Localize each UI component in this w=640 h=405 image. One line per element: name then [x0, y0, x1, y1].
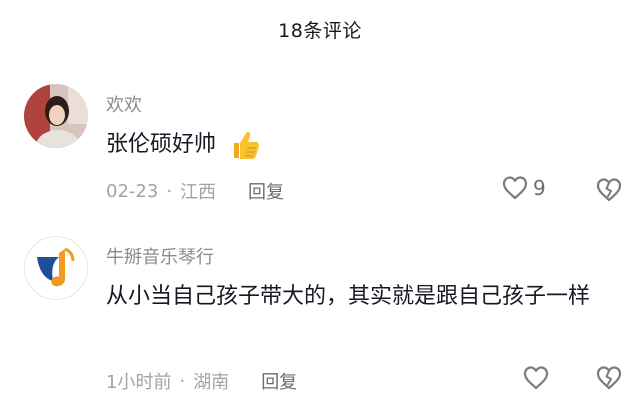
comment-location: 湖南 [193, 372, 230, 393]
comment-meta: 1小时前 · 湖南 回复 [106, 368, 297, 394]
broken-heart-icon[interactable] [595, 176, 623, 204]
like-count: 9 [533, 176, 546, 200]
heart-icon[interactable] [501, 174, 529, 202]
comment-count-title: 18条评论 [278, 19, 362, 42]
comment-text-row: 张伦硕好帅 [106, 126, 626, 164]
comment-date: 02-23 [106, 180, 159, 202]
meta-separator: · [179, 370, 186, 392]
meta-separator: · [166, 180, 173, 202]
broken-heart-icon[interactable] [595, 364, 623, 392]
heart-icon[interactable] [522, 364, 550, 392]
comment-meta: 02-23 · 江西 回复 [106, 178, 284, 204]
comment-text: 从小当自己孩子带大的，其实就是跟自己孩子一样 [106, 284, 591, 309]
comments-header: 18条评论 [0, 0, 640, 58]
comment-location: 江西 [180, 182, 217, 203]
comment-username[interactable]: 欢欢 [106, 91, 142, 117]
comment-username[interactable]: 牛掰音乐琴行 [106, 243, 214, 269]
reply-button[interactable]: 回复 [261, 368, 297, 394]
avatar[interactable] [24, 84, 88, 148]
comment-text: 张伦硕好帅 [106, 132, 217, 157]
avatar[interactable] [24, 236, 88, 300]
reply-button[interactable]: 回复 [248, 178, 284, 204]
like-button[interactable]: 9 [501, 174, 546, 202]
comment-date: 1小时前 [106, 372, 172, 393]
like-button[interactable] [522, 364, 550, 392]
thumbs-up-icon [227, 128, 261, 162]
